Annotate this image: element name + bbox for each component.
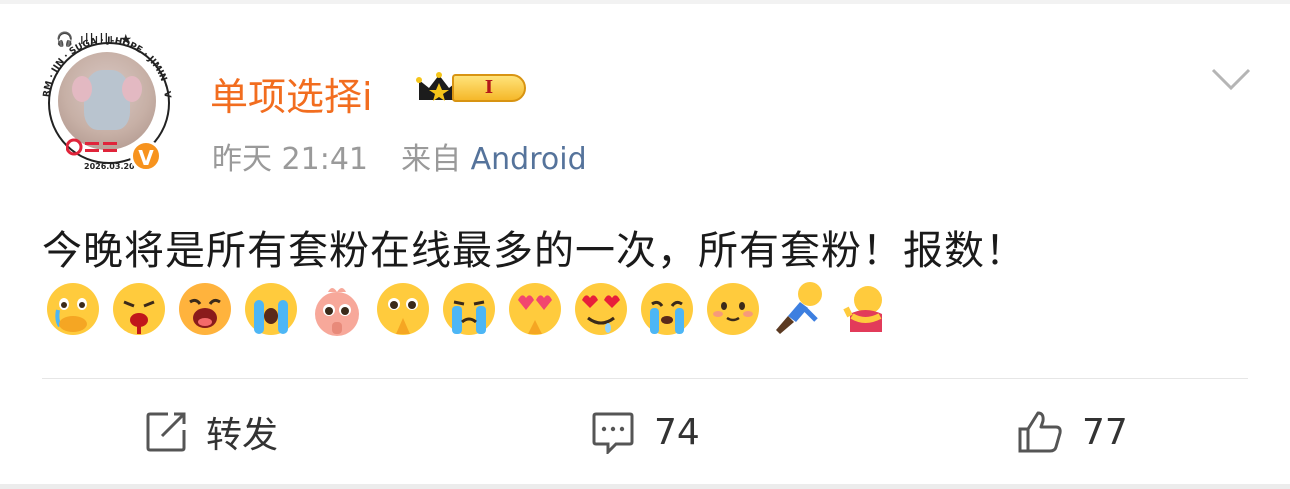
action-divider	[42, 378, 1248, 379]
like-button[interactable]: 77	[1016, 408, 1128, 456]
pink-creature-pleading-icon	[315, 288, 359, 336]
thumbs-up-icon	[1018, 411, 1062, 453]
crying-face-icon	[641, 283, 693, 335]
comment-count: 74	[654, 411, 700, 453]
source-prefix: 来自	[401, 142, 462, 177]
avatar[interactable]: 🎧 ıllıllı ★ RM · JIN · SUGA · J-HOPE · J…	[42, 32, 172, 172]
comment-button[interactable]: 74	[590, 408, 700, 456]
heart-eyes-hands-icon	[509, 283, 561, 335]
pleading-hands-icon	[377, 283, 429, 335]
username[interactable]: 单项选择i	[210, 66, 373, 121]
shy-smile-icon	[707, 283, 759, 335]
repost-label: 转发	[206, 415, 279, 456]
like-count: 77	[1082, 411, 1128, 453]
yawning-face-icon	[179, 283, 231, 335]
bleeding-face-icon	[113, 283, 165, 335]
post-time: 昨天 21:41	[212, 142, 368, 177]
repost-icon	[146, 412, 186, 452]
post-source[interactable]: Android	[471, 142, 587, 177]
emoji-row	[44, 280, 894, 340]
avatar-date: 2026.03.20	[84, 162, 135, 171]
repost-button[interactable]: 转发	[144, 408, 278, 456]
comment-icon	[592, 412, 634, 454]
vip-level: I	[452, 74, 526, 102]
post-meta: 昨天 21:41 来自 Android	[212, 134, 587, 178]
bottom-separator	[0, 484, 1290, 489]
chevron-down-icon[interactable]	[1210, 66, 1252, 92]
heart-eyes-drool-icon	[575, 283, 627, 335]
svg-text:RM · JIN · SUGA · J-HOPE · JIM: RM · JIN · SUGA · J-HOPE · JIMIN · V · J…	[42, 36, 172, 101]
vip-badge[interactable]: I	[412, 68, 530, 108]
bts-logo	[65, 138, 124, 156]
hugging-person-icon	[843, 286, 882, 332]
tears-streaming-icon	[245, 283, 297, 335]
loudly-crying-icon	[443, 283, 495, 335]
post-text: 今晚将是所有套粉在线最多的一次，所有套粉！报数！	[42, 228, 1026, 274]
verified-badge: V	[130, 140, 162, 172]
fallen-person-icon	[776, 282, 822, 334]
covering-mouth-crying-icon	[47, 283, 99, 335]
weibo-post-card: 🎧 ıllıllı ★ RM · JIN · SUGA · J-HOPE · J…	[0, 4, 1290, 484]
